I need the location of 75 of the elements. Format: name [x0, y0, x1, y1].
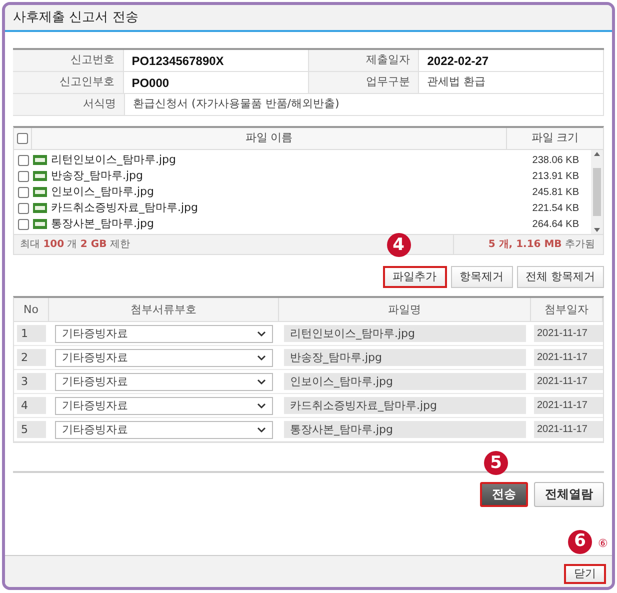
chevron-down-icon	[257, 402, 266, 409]
image-file-icon	[33, 203, 47, 213]
checkbox[interactable]	[17, 133, 28, 144]
date-field: 2021-11-17	[534, 349, 603, 366]
file-name-field: 반송장_탐마루.jpg	[284, 349, 526, 366]
window-title: 사후제출 신고서 전송	[13, 8, 138, 27]
document-type-select[interactable]: 기타증빙자료	[55, 420, 273, 439]
file-action-button[interactable]: 항목제거	[450, 266, 512, 288]
row-number-field: 5	[17, 421, 46, 438]
file-name-field: 통장사본_탐마루.jpg	[284, 421, 526, 438]
close-button[interactable]: 닫기	[564, 564, 606, 584]
file-name-field: 리턴인보이스_탐마루.jpg	[284, 325, 526, 342]
checkbox[interactable]	[18, 202, 29, 214]
checkbox[interactable]	[18, 154, 29, 166]
image-file-icon	[33, 219, 47, 229]
field-label: 서식명	[13, 94, 125, 115]
checkbox[interactable]	[18, 186, 29, 198]
row-number-field: 4	[17, 397, 46, 414]
file-name: 인보이스_탐마루.jpg	[51, 184, 156, 200]
checkbox[interactable]	[18, 218, 29, 230]
step-number-badge: 6	[568, 530, 592, 554]
date-field: 2021-11-17	[534, 421, 603, 438]
file-action-button[interactable]: 파일추가	[382, 266, 446, 288]
file-name: 리턴인보이스_탐마루.jpg	[51, 152, 178, 168]
image-file-icon	[33, 155, 47, 165]
row-number-field: 3	[17, 373, 46, 390]
scroll-down-icon[interactable]	[594, 228, 600, 232]
field-value: 관세법 환급	[419, 72, 604, 93]
scrollbar-thumb[interactable]	[593, 168, 601, 216]
document-type-select[interactable]: 기타증빙자료	[55, 396, 273, 415]
file-size: 245.81 KB	[532, 186, 580, 200]
field-value: 환급신청서 (자가사용물품 반품/해외반출)	[125, 94, 604, 115]
date-field: 2021-11-17	[534, 325, 603, 342]
file-size: 238.06 KB	[532, 154, 580, 168]
file-name-field: 카드취소증빙자료_탐마루.jpg	[284, 397, 526, 414]
file-name: 카드취소증빙자료_탐마루.jpg	[51, 200, 200, 216]
column-header: 첨부서류부호	[49, 298, 279, 322]
checkbox[interactable]	[18, 170, 29, 182]
file-summary-text: 5 개, 1.16 MB 추가됨	[488, 238, 595, 252]
file-limit-text: 최대 100 개 2 GB 제한	[20, 238, 130, 252]
dialog-action-button[interactable]: 전송	[480, 482, 528, 507]
row-number-field: 2	[17, 349, 46, 366]
column-header: 첨부일자	[531, 298, 603, 322]
date-field: 2021-11-17	[534, 397, 603, 414]
field-label: 제출일자	[308, 50, 420, 71]
step-number-badge: 5	[484, 451, 508, 476]
file-name: 통장사본_탐마루.jpg	[51, 216, 156, 232]
row-number-field: 1	[17, 325, 46, 342]
column-header: 파일명	[279, 298, 531, 322]
chevron-down-icon	[257, 378, 266, 385]
column-header: No	[14, 298, 49, 322]
dialog-action-button[interactable]: 전체열람	[534, 482, 604, 507]
file-size: 221.54 KB	[532, 202, 580, 216]
chevron-down-icon	[257, 354, 266, 361]
file-action-button[interactable]: 전체 항목제거	[516, 266, 604, 288]
file-name-field: 인보이스_탐마루.jpg	[284, 373, 526, 390]
image-file-icon	[33, 187, 47, 197]
image-file-icon	[33, 171, 47, 181]
column-header: 파일 크기	[530, 130, 580, 146]
document-type-select[interactable]: 기타증빙자료	[55, 324, 273, 343]
chevron-down-icon	[257, 426, 266, 433]
annotation-note: ⑥	[598, 536, 608, 552]
file-size: 264.64 KB	[532, 218, 580, 232]
column-header: 파일 이름	[32, 128, 507, 149]
chevron-down-icon	[257, 330, 266, 337]
field-label: 신고번호	[13, 50, 124, 71]
file-size: 213.91 KB	[532, 170, 580, 184]
field-label: 업무구분	[308, 72, 420, 93]
date-field: 2021-11-17	[534, 373, 603, 390]
scroll-up-icon[interactable]	[594, 152, 600, 156]
field-value: 2022-02-27	[419, 50, 604, 71]
document-type-select[interactable]: 기타증빙자료	[55, 348, 273, 367]
file-name: 반송장_탐마루.jpg	[51, 168, 144, 184]
document-type-select[interactable]: 기타증빙자료	[55, 372, 273, 391]
field-label: 신고인부호	[13, 72, 124, 93]
